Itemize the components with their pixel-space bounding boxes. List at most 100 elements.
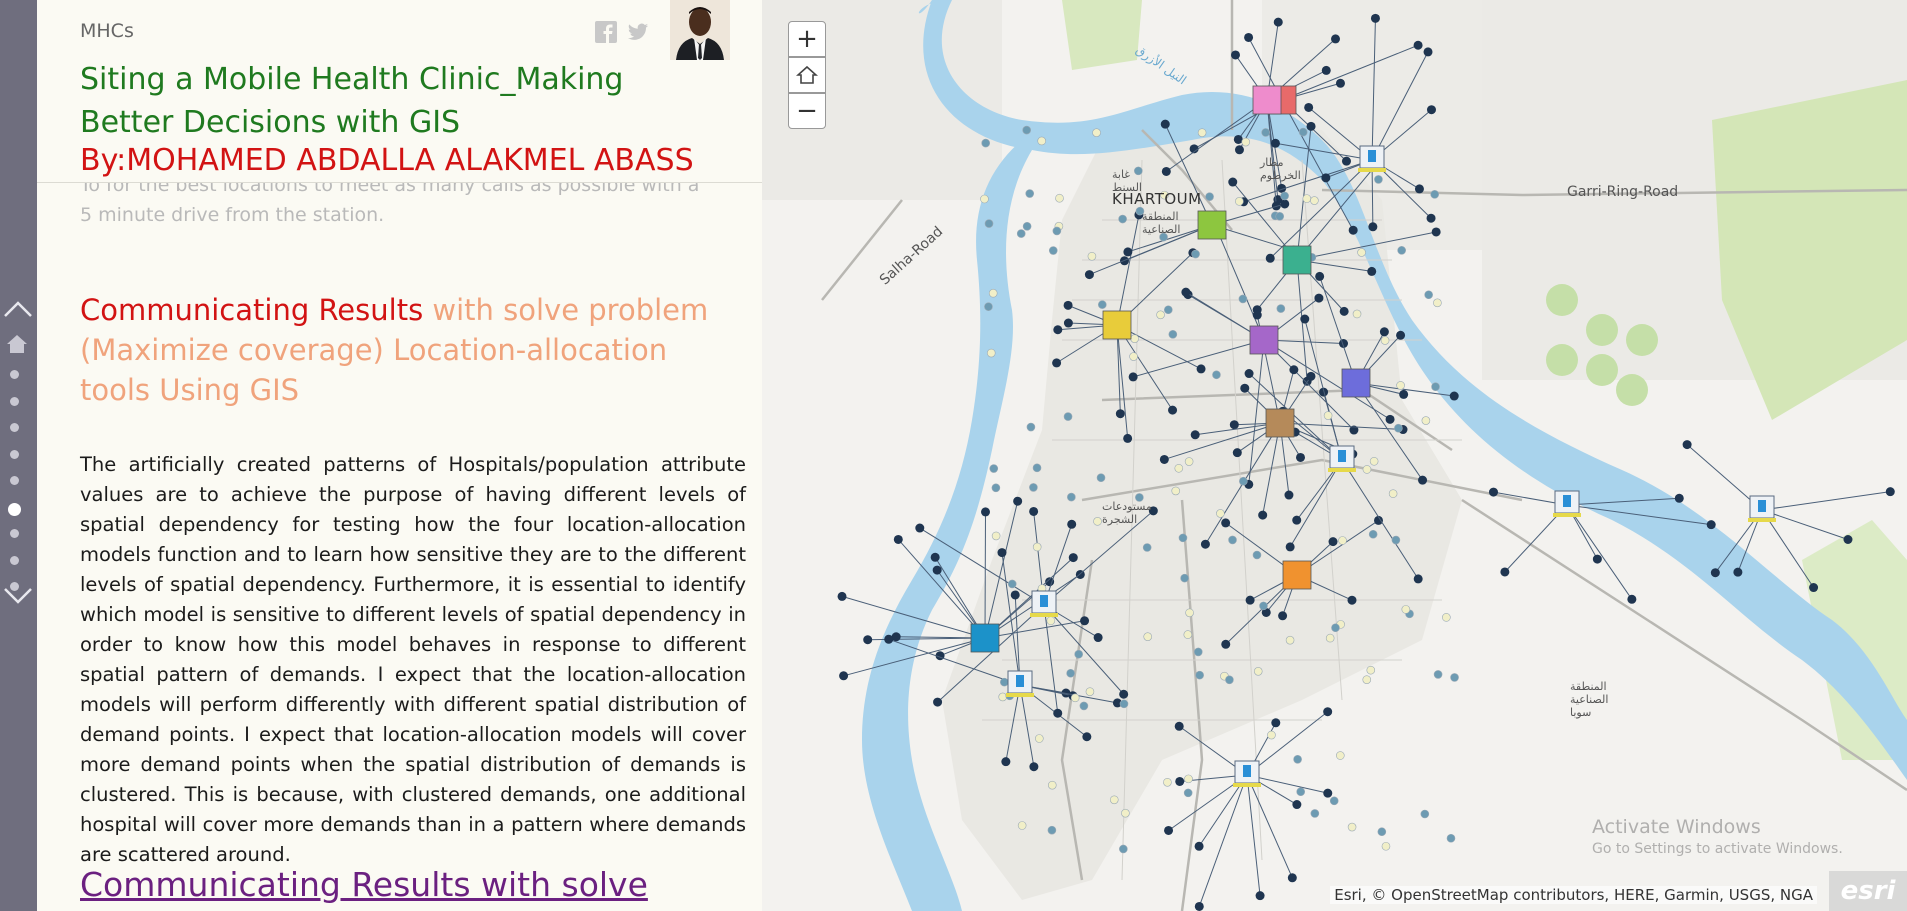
demand-point[interactable] bbox=[1592, 554, 1602, 564]
demand-point[interactable] bbox=[1190, 430, 1200, 440]
demand-point[interactable] bbox=[1380, 336, 1390, 345]
demand-point[interactable] bbox=[1193, 647, 1203, 657]
demand-point[interactable] bbox=[1082, 732, 1092, 742]
demand-point[interactable] bbox=[1298, 127, 1308, 137]
demand-point[interactable] bbox=[1285, 635, 1295, 645]
demand-point[interactable] bbox=[1225, 675, 1234, 685]
demand-point[interactable] bbox=[1130, 334, 1139, 343]
demand-point[interactable] bbox=[1245, 595, 1255, 605]
demand-point[interactable] bbox=[1240, 383, 1250, 393]
facility-square[interactable] bbox=[1102, 310, 1132, 340]
demand-point[interactable] bbox=[1164, 825, 1174, 835]
demand-point[interactable] bbox=[1733, 567, 1743, 577]
demand-point[interactable] bbox=[1115, 409, 1125, 419]
demand-point[interactable] bbox=[1185, 608, 1194, 618]
demand-point[interactable] bbox=[988, 288, 998, 298]
demand-point[interactable] bbox=[1368, 222, 1378, 232]
demand-point[interactable] bbox=[1228, 177, 1238, 187]
demand-point[interactable] bbox=[1302, 194, 1312, 203]
demand-point[interactable] bbox=[1394, 423, 1403, 433]
demand-point[interactable] bbox=[1321, 65, 1331, 75]
demand-point[interactable] bbox=[997, 548, 1007, 558]
hospital-icon[interactable] bbox=[1030, 590, 1058, 617]
demand-point[interactable] bbox=[1052, 226, 1062, 236]
demand-point[interactable] bbox=[1074, 649, 1083, 659]
demand-point[interactable] bbox=[1047, 825, 1057, 835]
demand-point[interactable] bbox=[1433, 670, 1443, 679]
zoom-out-button[interactable]: − bbox=[788, 93, 826, 129]
demand-point[interactable] bbox=[1196, 364, 1206, 374]
demand-point[interactable] bbox=[984, 219, 994, 228]
demand-point[interactable] bbox=[1446, 833, 1456, 843]
demand-point[interactable] bbox=[1347, 822, 1357, 832]
demand-point[interactable] bbox=[1093, 633, 1103, 643]
demand-point[interactable] bbox=[1401, 605, 1411, 614]
demand-point[interactable] bbox=[884, 634, 894, 644]
demand-point[interactable] bbox=[991, 531, 1001, 541]
demand-point[interactable] bbox=[1276, 304, 1286, 313]
story-section-dot[interactable] bbox=[10, 423, 19, 432]
demand-point[interactable] bbox=[1315, 271, 1325, 281]
demand-point[interactable] bbox=[1314, 293, 1324, 303]
demand-point[interactable] bbox=[1068, 553, 1078, 563]
demand-point[interactable] bbox=[1032, 542, 1042, 552]
demand-point[interactable] bbox=[1119, 689, 1129, 699]
demand-point[interactable] bbox=[1352, 309, 1362, 319]
demand-point[interactable] bbox=[1426, 213, 1436, 223]
demand-point[interactable] bbox=[1292, 515, 1302, 525]
demand-point[interactable] bbox=[1029, 762, 1039, 772]
demand-point[interactable] bbox=[1347, 595, 1357, 605]
hospital-icon[interactable] bbox=[1233, 760, 1261, 787]
demand-point[interactable] bbox=[1385, 414, 1395, 424]
demand-point[interactable] bbox=[1421, 416, 1431, 425]
demand-point[interactable] bbox=[1488, 487, 1498, 497]
demand-point[interactable] bbox=[1183, 630, 1193, 639]
demand-point[interactable] bbox=[1338, 536, 1347, 545]
demand-point[interactable] bbox=[1066, 668, 1075, 678]
story-section-dot[interactable] bbox=[10, 370, 19, 379]
demand-point[interactable] bbox=[1267, 730, 1276, 740]
demand-point[interactable] bbox=[1239, 476, 1248, 486]
demand-point[interactable] bbox=[1323, 707, 1333, 717]
demand-point[interactable] bbox=[1184, 774, 1193, 784]
demand-point[interactable] bbox=[1053, 325, 1063, 335]
twitter-icon[interactable] bbox=[627, 21, 649, 43]
demand-point[interactable] bbox=[1234, 145, 1244, 155]
demand-point[interactable] bbox=[1022, 125, 1031, 135]
map-view[interactable]: KHARTOUM Garri-Ring-Road Salha-Road الني… bbox=[762, 0, 1907, 911]
demand-point[interactable] bbox=[1377, 827, 1387, 837]
demand-point[interactable] bbox=[1450, 673, 1459, 682]
demand-point[interactable] bbox=[1063, 318, 1073, 328]
demand-point[interactable] bbox=[1025, 189, 1035, 198]
demand-point[interactable] bbox=[1339, 306, 1349, 316]
demand-point[interactable] bbox=[1367, 266, 1377, 276]
demand-point[interactable] bbox=[1396, 381, 1405, 390]
demand-point[interactable] bbox=[915, 523, 925, 533]
demand-point[interactable] bbox=[1070, 693, 1080, 703]
demand-point[interactable] bbox=[986, 348, 996, 358]
demand-point[interactable] bbox=[1430, 190, 1439, 199]
demand-point[interactable] bbox=[1159, 454, 1169, 464]
demand-point[interactable] bbox=[1331, 623, 1340, 633]
demand-point[interactable] bbox=[1118, 214, 1127, 224]
demand-point[interactable] bbox=[1449, 391, 1459, 401]
demand-point[interactable] bbox=[1119, 844, 1128, 854]
demand-point[interactable] bbox=[1362, 465, 1372, 474]
demand-point[interactable] bbox=[1335, 78, 1345, 88]
demand-point[interactable] bbox=[1017, 821, 1027, 830]
demand-point[interactable] bbox=[1418, 475, 1428, 485]
demand-point[interactable] bbox=[1253, 667, 1263, 676]
demand-point[interactable] bbox=[1216, 509, 1225, 518]
demand-point[interactable] bbox=[1431, 382, 1440, 392]
demand-point[interactable] bbox=[1121, 808, 1130, 818]
demand-point[interactable] bbox=[1396, 330, 1406, 340]
demand-point[interactable] bbox=[1280, 191, 1289, 201]
demand-point[interactable] bbox=[1413, 40, 1423, 50]
demand-point[interactable] bbox=[1357, 248, 1366, 257]
story-section-dot[interactable] bbox=[8, 502, 21, 516]
demand-point[interactable] bbox=[1079, 701, 1089, 711]
demand-point[interactable] bbox=[1843, 534, 1853, 544]
demand-point[interactable] bbox=[1259, 601, 1268, 611]
demand-point[interactable] bbox=[1230, 50, 1240, 60]
facebook-icon[interactable] bbox=[595, 21, 617, 43]
